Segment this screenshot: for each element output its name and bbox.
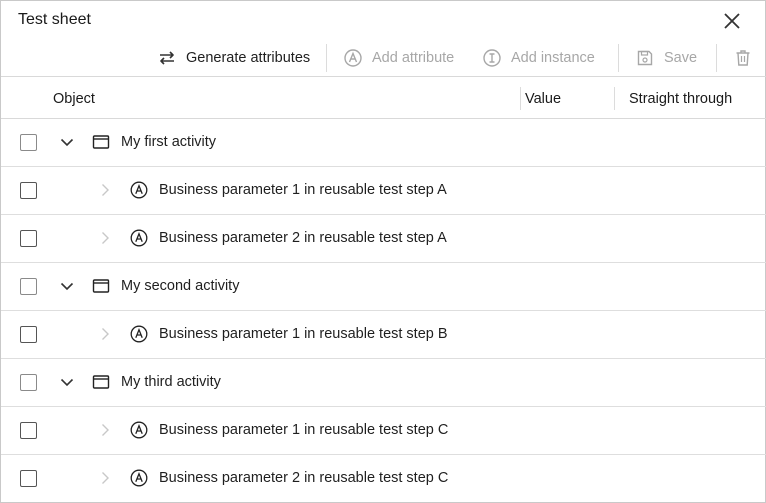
row-label: Business parameter 1 in reusable test st… <box>159 422 449 438</box>
table-row[interactable]: My second activity <box>1 263 766 311</box>
table-row[interactable]: Business parameter 2 in reusable test st… <box>1 215 766 263</box>
chevron-down-icon[interactable] <box>58 373 76 391</box>
add-attribute-label: Add attribute <box>372 50 455 66</box>
row-label: Business parameter 1 in reusable test st… <box>159 182 447 198</box>
window-icon <box>92 279 110 293</box>
chevron-right-icon <box>102 424 109 436</box>
row-checkbox[interactable] <box>20 230 37 247</box>
row-checkbox[interactable] <box>20 182 37 199</box>
chevron-down-icon[interactable] <box>58 133 76 151</box>
column-resize-handle[interactable] <box>614 87 615 110</box>
toolbar-divider <box>618 44 619 72</box>
column-header-straight-through[interactable]: Straight through <box>629 91 732 107</box>
row-label: Business parameter 2 in reusable test st… <box>159 470 449 486</box>
row-checkbox[interactable] <box>20 374 37 391</box>
attribute-a-icon <box>130 325 148 343</box>
row-checkbox[interactable] <box>20 470 37 487</box>
add-instance-label: Add instance <box>511 50 595 66</box>
row-checkbox[interactable] <box>20 326 37 343</box>
save-button[interactable]: Save <box>635 39 697 77</box>
test-sheet-dialog: Test sheet Generate attributes Add attri… <box>0 0 766 503</box>
delete-button[interactable] <box>733 39 762 77</box>
add-instance-button[interactable]: Add instance <box>482 39 595 77</box>
attribute-a-icon <box>130 229 148 247</box>
toolbar-divider <box>716 44 717 72</box>
chevron-right-icon <box>102 232 109 244</box>
window-icon <box>92 135 110 149</box>
dialog-title: Test sheet <box>18 11 91 28</box>
chevron-down-icon[interactable] <box>58 277 76 295</box>
column-header-value[interactable]: Value <box>525 91 561 107</box>
save-label: Save <box>664 50 698 66</box>
close-icon[interactable] <box>721 10 743 32</box>
window-icon <box>92 375 110 389</box>
table-row[interactable]: My third activity <box>1 359 766 407</box>
table-row[interactable]: Business parameter 2 in reusable test st… <box>1 455 766 503</box>
table-body: My first activity Business parameter 1 i… <box>1 119 766 503</box>
trash-icon <box>736 50 750 66</box>
row-checkbox[interactable] <box>20 134 37 151</box>
table-row[interactable]: My first activity <box>1 119 766 167</box>
column-header-object[interactable]: Object <box>53 91 95 107</box>
attribute-a-icon <box>130 469 148 487</box>
column-resize-handle[interactable] <box>520 87 521 110</box>
row-checkbox[interactable] <box>20 422 37 439</box>
row-label: Business parameter 2 in reusable test st… <box>159 230 447 246</box>
instance-i-icon <box>483 49 501 67</box>
row-label: My second activity <box>121 278 240 294</box>
table-row[interactable]: Business parameter 1 in reusable test st… <box>1 311 766 359</box>
toolbar-divider <box>326 44 327 72</box>
row-checkbox[interactable] <box>20 278 37 295</box>
attribute-a-icon <box>130 181 148 199</box>
chevron-right-icon <box>102 328 109 340</box>
attribute-a-icon <box>344 49 362 67</box>
generate-attributes-label: Generate attributes <box>186 50 311 66</box>
row-label: My third activity <box>121 374 221 390</box>
swap-arrows-icon <box>160 51 174 65</box>
attribute-a-icon <box>130 421 148 439</box>
table-row[interactable]: Business parameter 1 in reusable test st… <box>1 407 766 455</box>
row-label: My first activity <box>121 134 217 150</box>
save-disk-icon <box>637 50 653 66</box>
table-header: Object Value Straight through <box>1 78 766 119</box>
add-attribute-button[interactable]: Add attribute <box>343 39 454 77</box>
toolbar: Generate attributes Add attribute Add in… <box>1 39 766 77</box>
chevron-right-icon <box>102 184 109 196</box>
table-row[interactable]: Business parameter 1 in reusable test st… <box>1 167 766 215</box>
chevron-right-icon <box>102 472 109 484</box>
generate-attributes-button[interactable]: Generate attributes <box>157 39 310 77</box>
row-label: Business parameter 1 in reusable test st… <box>159 326 448 342</box>
